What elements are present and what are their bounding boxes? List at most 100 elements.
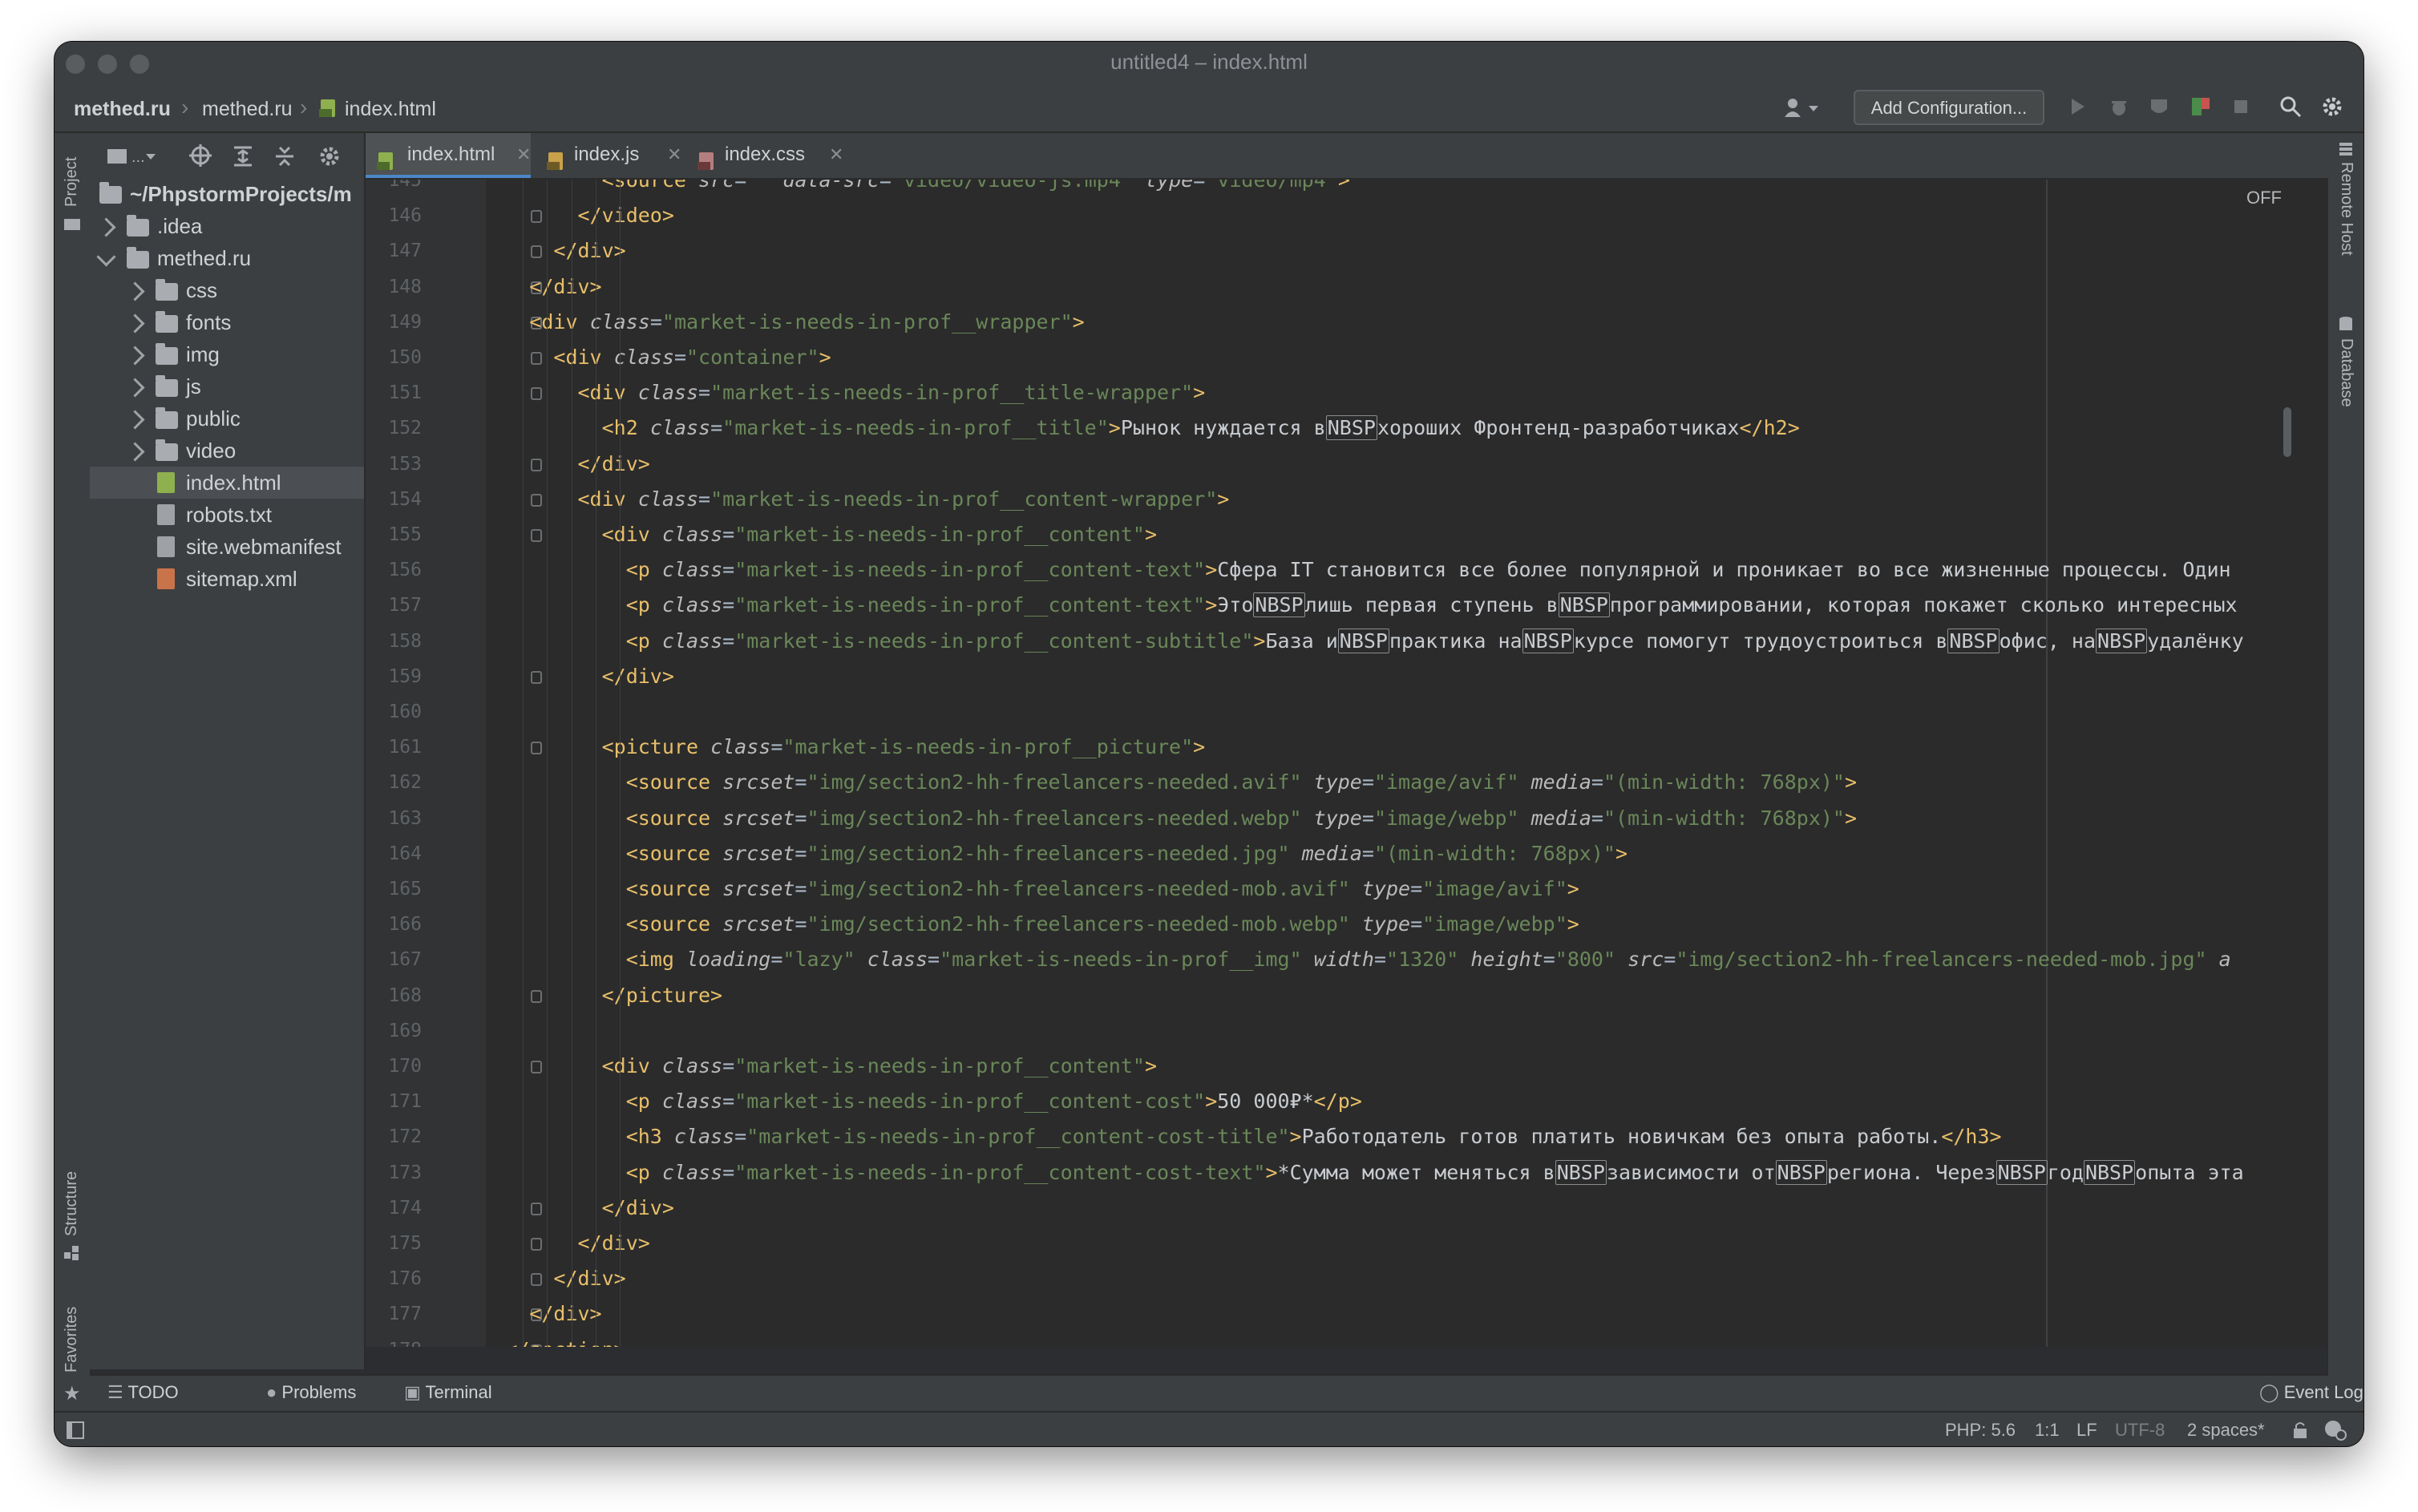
structure-tool-tab[interactable]: Structure	[63, 1171, 81, 1236]
code-editor[interactable]: 145 <source src="" data-src="video/video-…	[366, 180, 2328, 1347]
indent-status[interactable]: 2 spaces*	[2187, 1420, 2265, 1441]
stop-icon[interactable]	[2227, 95, 2254, 122]
chevron-right-icon[interactable]	[96, 217, 116, 237]
code-line[interactable]: </div>	[553, 239, 625, 262]
tree-folder-item[interactable]: fonts	[90, 306, 364, 338]
tab-index-css[interactable]: index.css ✕	[686, 133, 847, 178]
code-line[interactable]: <div class="market-is-needs-in-prof__con…	[602, 523, 1157, 546]
code-line[interactable]: <p class="market-is-needs-in-prof__conte…	[626, 558, 2231, 581]
settings-gear-icon[interactable]	[2319, 95, 2346, 122]
terminal-tool-button[interactable]: ▣ Terminal	[404, 1382, 492, 1403]
database-tool-tab[interactable]: Database	[2337, 338, 2355, 407]
problems-tool-button[interactable]: ● Problems	[266, 1382, 356, 1403]
breadcrumb-project[interactable]: methed.ru	[74, 98, 171, 121]
fold-marker-icon[interactable]	[531, 670, 542, 684]
fold-marker-icon[interactable]	[531, 1273, 542, 1287]
toggle-tool-windows-icon[interactable]	[66, 1421, 85, 1444]
coverage-icon[interactable]	[2145, 95, 2173, 122]
breadcrumb-folder[interactable]: methed.ru	[202, 98, 293, 121]
fold-marker-icon[interactable]	[531, 1061, 542, 1073]
tree-file-item[interactable]: site.webmanifest	[90, 531, 364, 563]
close-tab-icon[interactable]: ✕	[667, 133, 681, 176]
code-line[interactable]: <p class="market-is-needs-in-prof__conte…	[626, 1090, 1362, 1113]
fold-marker-icon[interactable]	[531, 352, 542, 365]
code-line[interactable]: <div class="market-is-needs-in-prof__wra…	[529, 310, 1084, 334]
fold-marker-icon[interactable]	[531, 529, 542, 542]
code-line[interactable]: </div>	[553, 1267, 625, 1290]
code-line[interactable]: <picture class="market-is-needs-in-prof_…	[602, 735, 1206, 758]
tab-index-html[interactable]: index.html ✕	[366, 133, 531, 178]
panel-settings-gear-icon[interactable]	[317, 144, 342, 172]
line-separator-status[interactable]: LF	[2076, 1420, 2097, 1441]
fold-marker-icon[interactable]	[531, 989, 542, 1003]
code-line[interactable]: <source srcset="img/section2-hh-freelanc…	[626, 877, 1579, 900]
tree-folder-item[interactable]: js	[90, 370, 364, 402]
chevron-right-icon[interactable]	[125, 378, 145, 398]
tab-index-js[interactable]: index.js ✕	[536, 133, 683, 178]
fold-marker-icon[interactable]	[531, 1202, 542, 1215]
code-line[interactable]: <source srcset="img/section2-hh-freelanc…	[626, 842, 1628, 865]
code-line[interactable]: </div>	[602, 665, 674, 688]
add-configuration-button[interactable]: Add Configuration...	[1854, 90, 2044, 125]
code-line[interactable]: </div>	[529, 1302, 601, 1325]
chevron-right-icon[interactable]	[125, 313, 145, 334]
profile-icon[interactable]	[2187, 95, 2214, 122]
fold-marker-icon[interactable]	[531, 1238, 542, 1251]
project-view-folder-icon[interactable]: ...	[107, 144, 156, 171]
encoding-status[interactable]: UTF-8	[2115, 1420, 2165, 1441]
project-tool-tab[interactable]: Project	[63, 157, 81, 207]
remote-host-tool-tab[interactable]: Remote Host	[2337, 162, 2355, 256]
close-tab-icon[interactable]: ✕	[829, 133, 843, 176]
tree-folder-item[interactable]: public	[90, 402, 364, 435]
code-line[interactable]: </div>	[578, 452, 650, 475]
code-line[interactable]: <source srcset="img/section2-hh-freelanc…	[626, 912, 1579, 936]
collapse-all-icon[interactable]	[273, 144, 297, 172]
fold-marker-icon[interactable]	[531, 458, 542, 471]
close-tab-icon[interactable]: ✕	[516, 133, 531, 176]
code-line[interactable]: <source src="" data-src="video/video-js.…	[602, 180, 1350, 192]
chevron-down-icon[interactable]	[96, 247, 116, 267]
tree-root[interactable]: ~/PhpstormProjects/m	[90, 178, 364, 210]
code-line[interactable]: </video>	[578, 204, 674, 227]
code-line[interactable]: <source srcset="img/section2-hh-freelanc…	[626, 770, 1857, 794]
lock-icon[interactable]	[2291, 1421, 2311, 1444]
todo-tool-button[interactable]: ☰ TODO	[107, 1382, 179, 1403]
caret-position-status[interactable]: 1:1	[2035, 1420, 2060, 1441]
tree-folder-item[interactable]: img	[90, 338, 364, 370]
code-line[interactable]: <div class="market-is-needs-in-prof__con…	[578, 487, 1230, 511]
search-icon[interactable]	[2277, 95, 2304, 122]
user-account-icon[interactable]	[1783, 96, 1818, 123]
locate-file-icon[interactable]	[189, 144, 213, 172]
code-line[interactable]: <p class="market-is-needs-in-prof__conte…	[626, 1159, 2244, 1185]
chevron-right-icon[interactable]	[125, 281, 145, 301]
php-version-status[interactable]: PHP: 5.6	[1945, 1420, 2016, 1441]
event-log-button[interactable]: ◯ Event Log	[2259, 1382, 2363, 1403]
git-status-icon[interactable]	[2323, 1419, 2347, 1445]
tree-folder-item[interactable]: methed.ru	[90, 242, 364, 274]
tree-file-item[interactable]: index.html	[90, 467, 364, 499]
fold-marker-icon[interactable]	[531, 742, 542, 755]
code-line[interactable]: <p class="market-is-needs-in-prof__conte…	[626, 592, 2238, 618]
code-line[interactable]: <img loading="lazy" class="market-is-nee…	[626, 948, 2231, 971]
inspections-off-label[interactable]: OFF	[2246, 188, 2282, 208]
tree-file-item[interactable]: robots.txt	[90, 499, 364, 531]
code-line[interactable]: </div>	[602, 1196, 674, 1219]
code-line[interactable]: <h2 class="market-is-needs-in-prof__titl…	[602, 415, 1800, 441]
code-line[interactable]: <p class="market-is-needs-in-prof__conte…	[626, 628, 2244, 653]
code-line[interactable]: <h3 class="market-is-needs-in-prof__cont…	[626, 1125, 2002, 1148]
chevron-right-icon[interactable]	[125, 410, 145, 430]
tree-folder-item[interactable]: .idea	[90, 210, 364, 242]
chevron-right-icon[interactable]	[125, 346, 145, 366]
breadcrumb-file[interactable]: index.html	[345, 98, 436, 121]
expand-all-icon[interactable]	[231, 144, 255, 172]
debug-icon[interactable]	[2105, 95, 2133, 122]
tree-folder-item[interactable]: video	[90, 435, 364, 467]
run-icon[interactable]	[2064, 95, 2091, 122]
chevron-right-icon[interactable]	[125, 442, 145, 462]
fold-marker-icon[interactable]	[531, 387, 542, 401]
code-line[interactable]: <source srcset="img/section2-hh-freelanc…	[626, 807, 1857, 830]
code-line[interactable]: </div>	[529, 275, 601, 298]
code-line[interactable]: </div>	[578, 1231, 650, 1255]
fold-marker-icon[interactable]	[531, 210, 542, 224]
tree-folder-item[interactable]: css	[90, 274, 364, 306]
